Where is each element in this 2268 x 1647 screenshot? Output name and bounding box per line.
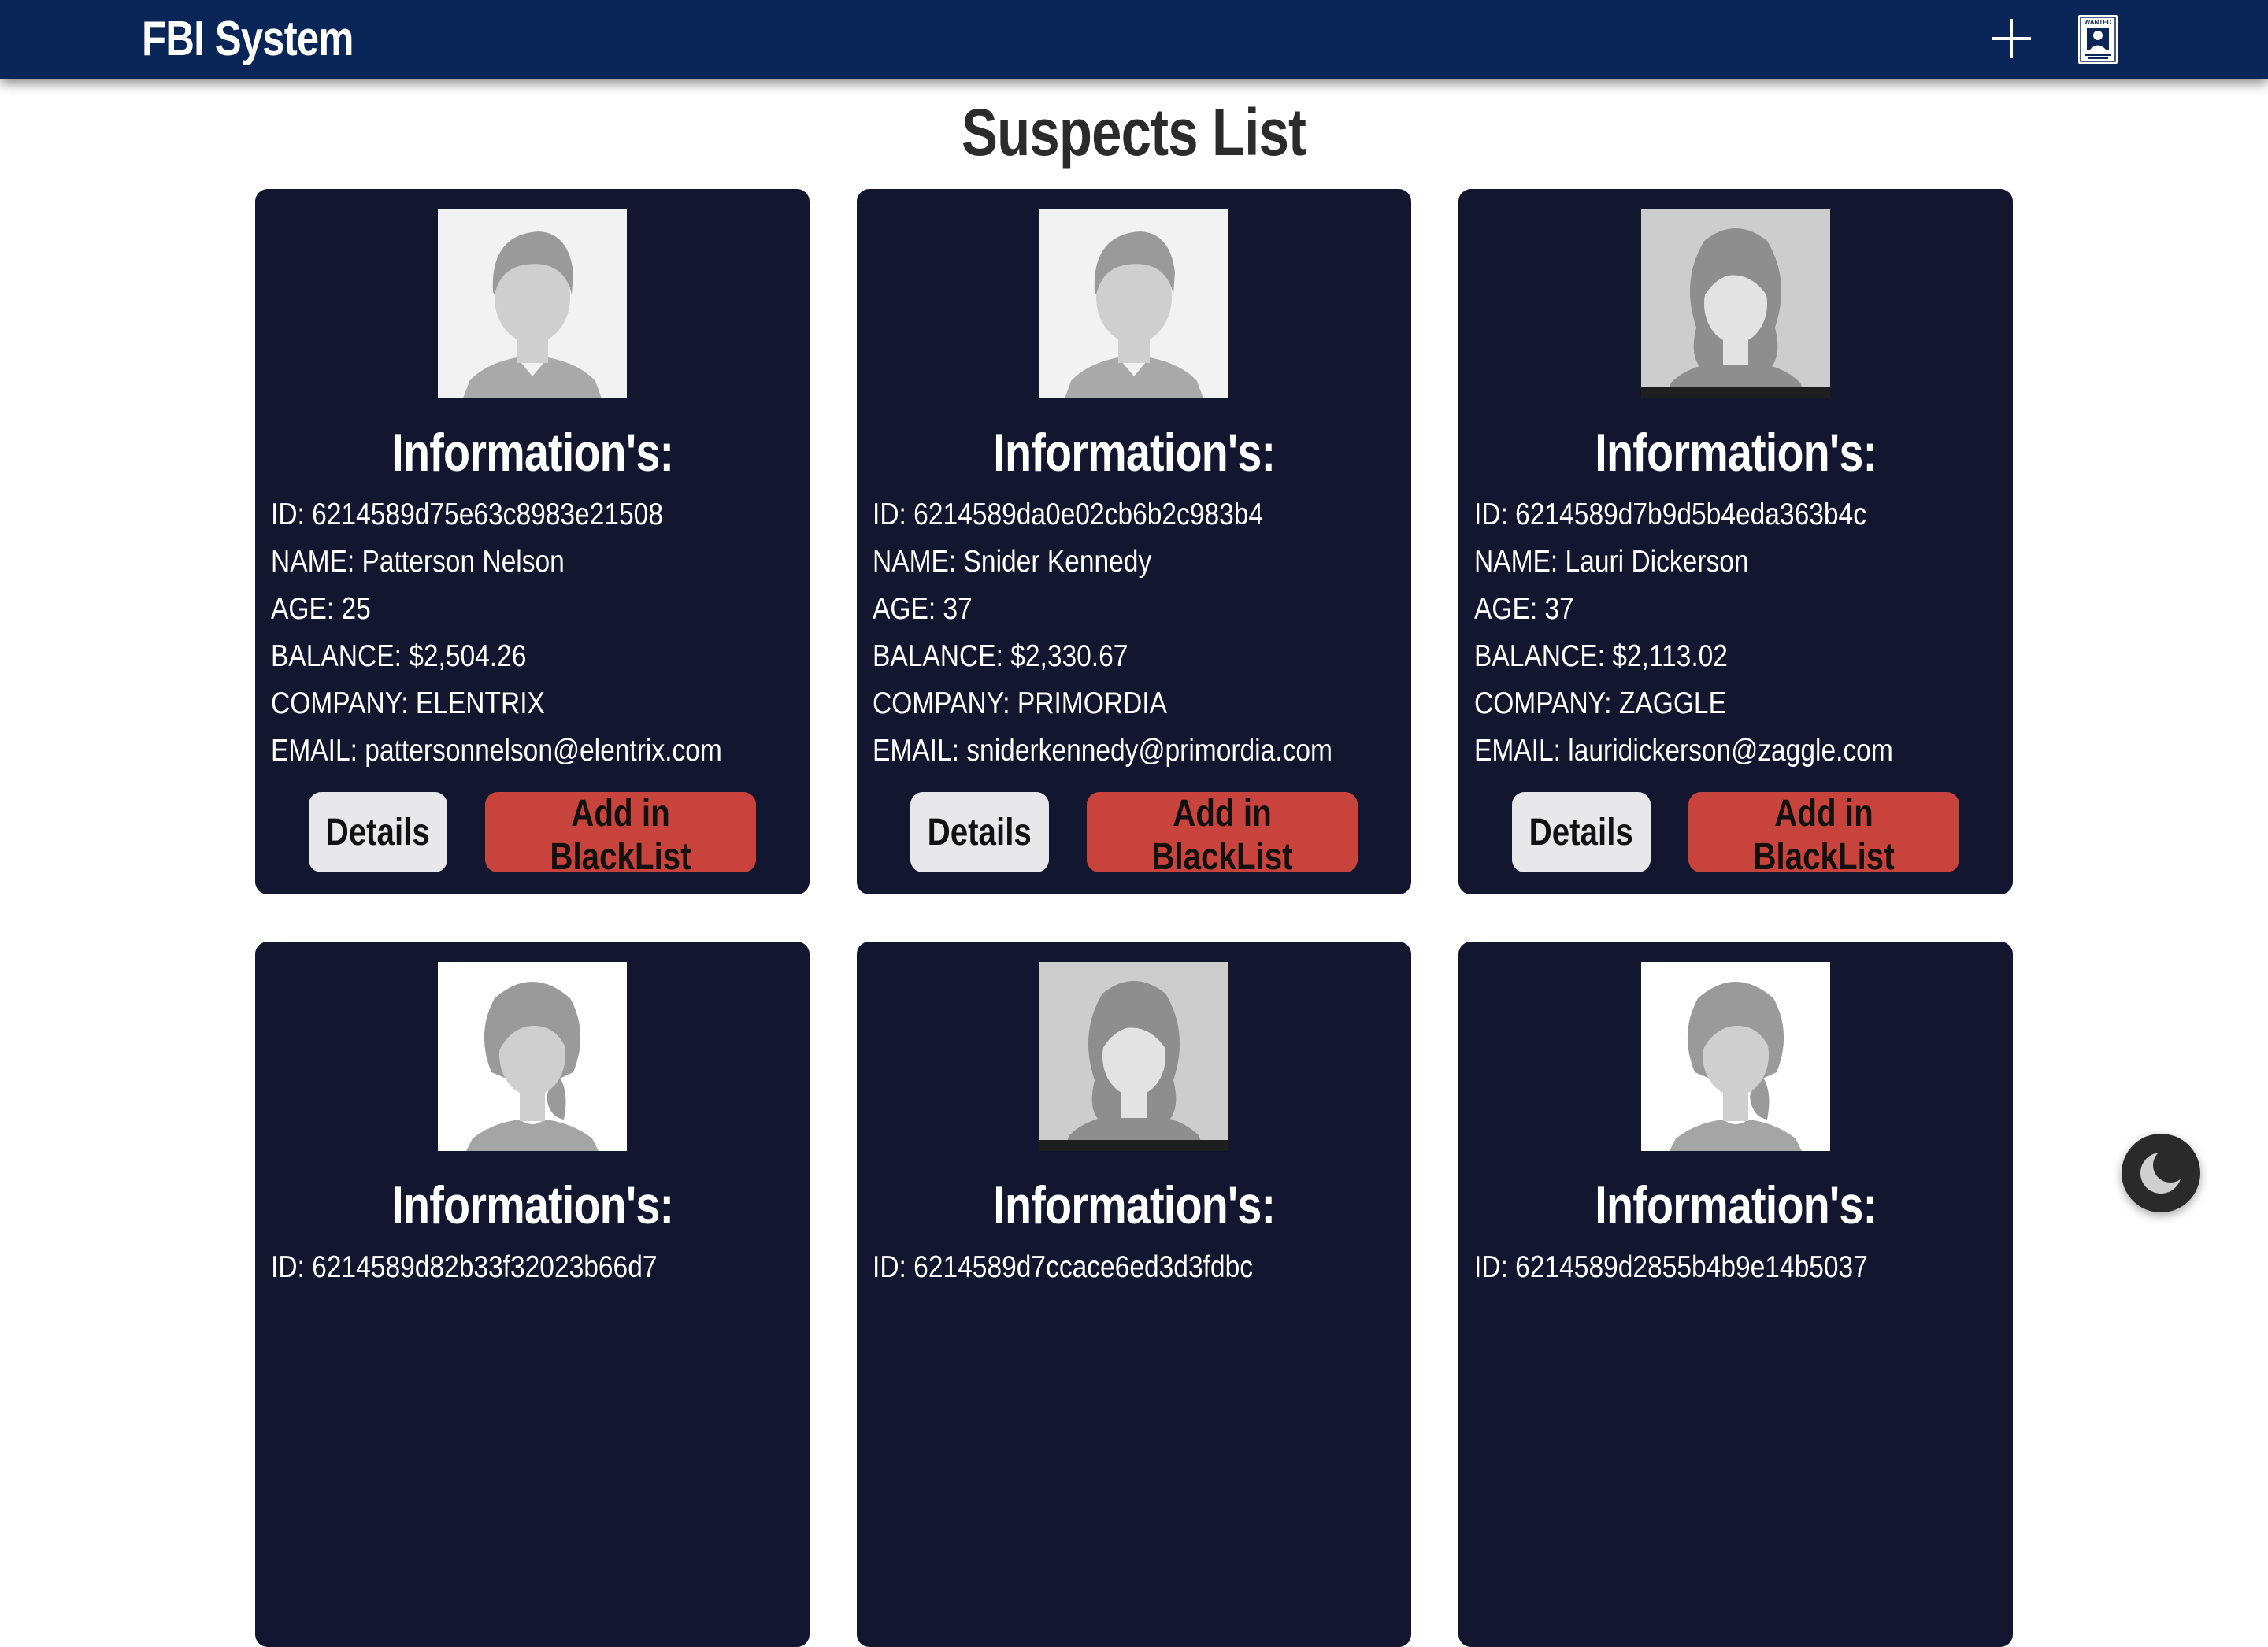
suspect-fields: ID: 6214589d7ccace6ed3d3fdbc — [873, 1244, 1408, 1291]
male-avatar-icon — [438, 209, 627, 398]
info-title: Information's: — [992, 1175, 1276, 1235]
suspect-card: Information's: ID: 6214589d2855b4b9e14b5… — [1458, 942, 2013, 1647]
suspect-card: Information's: ID: 6214589d75e63c8983e21… — [255, 189, 810, 894]
page-title: Suspects List — [962, 95, 1306, 169]
add-to-blacklist-button[interactable]: Add in BlackList — [485, 792, 756, 878]
suspect-photo — [1641, 962, 1830, 1151]
suspect-id: ID: 6214589d75e63c8983e21508 — [271, 498, 663, 531]
suspect-card: Information's: ID: 6214589d7ccace6ed3d3f… — [857, 942, 1411, 1647]
suspect-id: ID: 6214589da0e02cb6b2c983b4 — [873, 498, 1264, 531]
suspect-id: ID: 6214589d2855b4b9e14b5037 — [1474, 1250, 1868, 1284]
suspect-age: AGE: 25 — [271, 592, 371, 626]
suspect-photo — [1040, 962, 1228, 1151]
info-title: Information's: — [992, 423, 1276, 483]
suspect-card: Information's: ID: 6214589d82b33f32023b6… — [255, 942, 810, 1647]
theme-toggle-button[interactable] — [2122, 1134, 2200, 1212]
suspect-company: COMPANY: PRIMORDIA — [873, 687, 1167, 720]
female-avatar-icon — [1040, 962, 1228, 1151]
details-button[interactable]: Details — [309, 792, 447, 872]
suspect-balance: BALANCE: $2,113.02 — [1474, 639, 1728, 673]
info-title: Information's: — [391, 1175, 674, 1235]
suspect-id: ID: 6214589d7b9d5b4eda363b4c — [1474, 498, 1866, 531]
add-suspect-button[interactable] — [1988, 16, 2034, 61]
plus-icon — [1992, 19, 2031, 58]
suspect-email: EMAIL: pattersonnelson@elentrix.com — [271, 734, 722, 768]
suspect-fields: ID: 6214589d82b33f32023b66d7 — [271, 1244, 806, 1291]
male-avatar-icon — [1040, 209, 1228, 398]
suspect-email: EMAIL: lauridickerson@zaggle.com — [1474, 734, 1893, 768]
wanted-poster-icon: WANTED — [2078, 15, 2118, 64]
suspect-photo — [1040, 209, 1228, 398]
suspect-name: NAME: Snider Kennedy — [873, 545, 1152, 579]
add-to-blacklist-button[interactable]: Add in BlackList — [1087, 792, 1358, 878]
suspect-photo — [438, 962, 627, 1151]
svg-text:WANTED: WANTED — [2085, 19, 2112, 26]
suspect-card: Information's: ID: 6214589d7b9d5b4eda363… — [1458, 189, 2013, 894]
top-navbar: FBI System WANTED — [0, 0, 2268, 79]
info-title: Information's: — [1594, 423, 1877, 483]
suspect-fields: ID: 6214589d75e63c8983e21508 NAME: Patte… — [271, 491, 806, 775]
suspect-company: COMPANY: ZAGGLE — [1474, 687, 1726, 720]
suspect-id: ID: 6214589d82b33f32023b66d7 — [271, 1250, 658, 1284]
brand-title[interactable]: FBI System — [142, 8, 354, 71]
female-avatar-icon — [1641, 209, 1830, 398]
suspect-card: Information's: ID: 6214589da0e02cb6b2c98… — [857, 189, 1411, 894]
suspect-photo — [438, 209, 627, 398]
details-button[interactable]: Details — [910, 792, 1049, 872]
info-title: Information's: — [391, 423, 674, 483]
suspect-photo — [1641, 209, 1830, 398]
add-to-blacklist-button[interactable]: Add in BlackList — [1688, 792, 1959, 878]
suspect-fields: ID: 6214589d7b9d5b4eda363b4c NAME: Lauri… — [1474, 491, 2010, 775]
details-button[interactable]: Details — [1512, 792, 1651, 872]
moon-icon — [2140, 1148, 2188, 1194]
suspect-name: NAME: Lauri Dickerson — [1474, 545, 1749, 579]
wanted-list-button[interactable]: WANTED — [2076, 13, 2120, 65]
female-avatar-icon — [438, 962, 627, 1151]
suspect-company: COMPANY: ELENTRIX — [271, 687, 545, 720]
suspect-fields: ID: 6214589d2855b4b9e14b5037 — [1474, 1244, 2010, 1291]
suspect-age: AGE: 37 — [1474, 592, 1574, 626]
suspect-email: EMAIL: sniderkennedy@primordia.com — [873, 734, 1332, 768]
suspect-name: NAME: Patterson Nelson — [271, 545, 565, 579]
info-title: Information's: — [1594, 1175, 1877, 1235]
suspect-balance: BALANCE: $2,504.26 — [271, 639, 527, 673]
suspect-id: ID: 6214589d7ccace6ed3d3fdbc — [873, 1250, 1253, 1284]
suspect-fields: ID: 6214589da0e02cb6b2c983b4 NAME: Snide… — [873, 491, 1408, 775]
suspect-age: AGE: 37 — [873, 592, 973, 626]
female-avatar-icon — [1641, 962, 1830, 1151]
suspect-balance: BALANCE: $2,330.67 — [873, 639, 1128, 673]
